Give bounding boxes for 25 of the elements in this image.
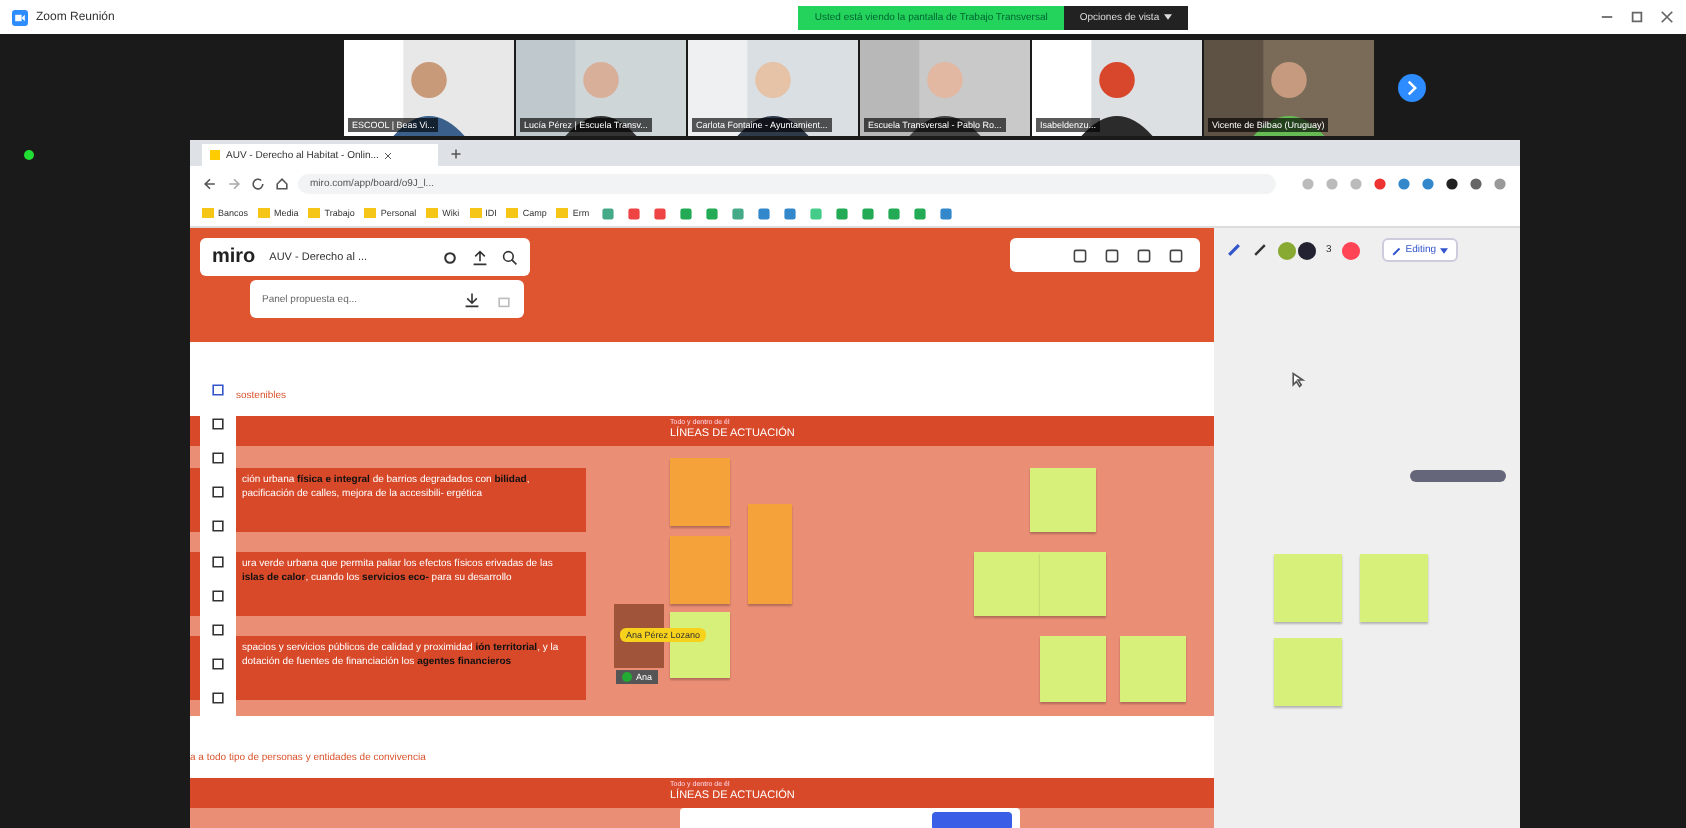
caret-icon	[1163, 14, 1172, 20]
reload-icon[interactable]	[250, 175, 266, 191]
back-icon[interactable]	[202, 175, 218, 191]
new-tab-icon[interactable]	[450, 148, 462, 160]
pen-icon	[1391, 245, 1402, 255]
maximize-icon[interactable]	[1630, 10, 1644, 24]
pen-icon[interactable]	[1252, 242, 1268, 258]
miro-logo[interactable]: miro	[212, 246, 256, 268]
close-icon[interactable]	[1660, 10, 1674, 24]
sticky-note[interactable]	[670, 612, 730, 678]
cursor-icon	[1290, 372, 1306, 388]
status-dot	[24, 150, 34, 160]
avatar	[1341, 241, 1360, 259]
presenter-pill	[1410, 470, 1506, 482]
search-icon[interactable]	[502, 249, 518, 265]
forward-icon[interactable]	[226, 175, 242, 191]
chevron-right-icon	[1404, 80, 1420, 96]
close-icon[interactable]	[384, 151, 393, 159]
caret-icon	[1440, 247, 1449, 253]
home-icon[interactable]	[274, 175, 290, 191]
download-icon[interactable]	[464, 291, 480, 307]
upload-icon[interactable]	[472, 249, 488, 265]
video-camera-icon	[12, 9, 28, 25]
minimize-icon[interactable]	[1600, 10, 1614, 24]
next-page-button[interactable]	[1398, 74, 1426, 102]
